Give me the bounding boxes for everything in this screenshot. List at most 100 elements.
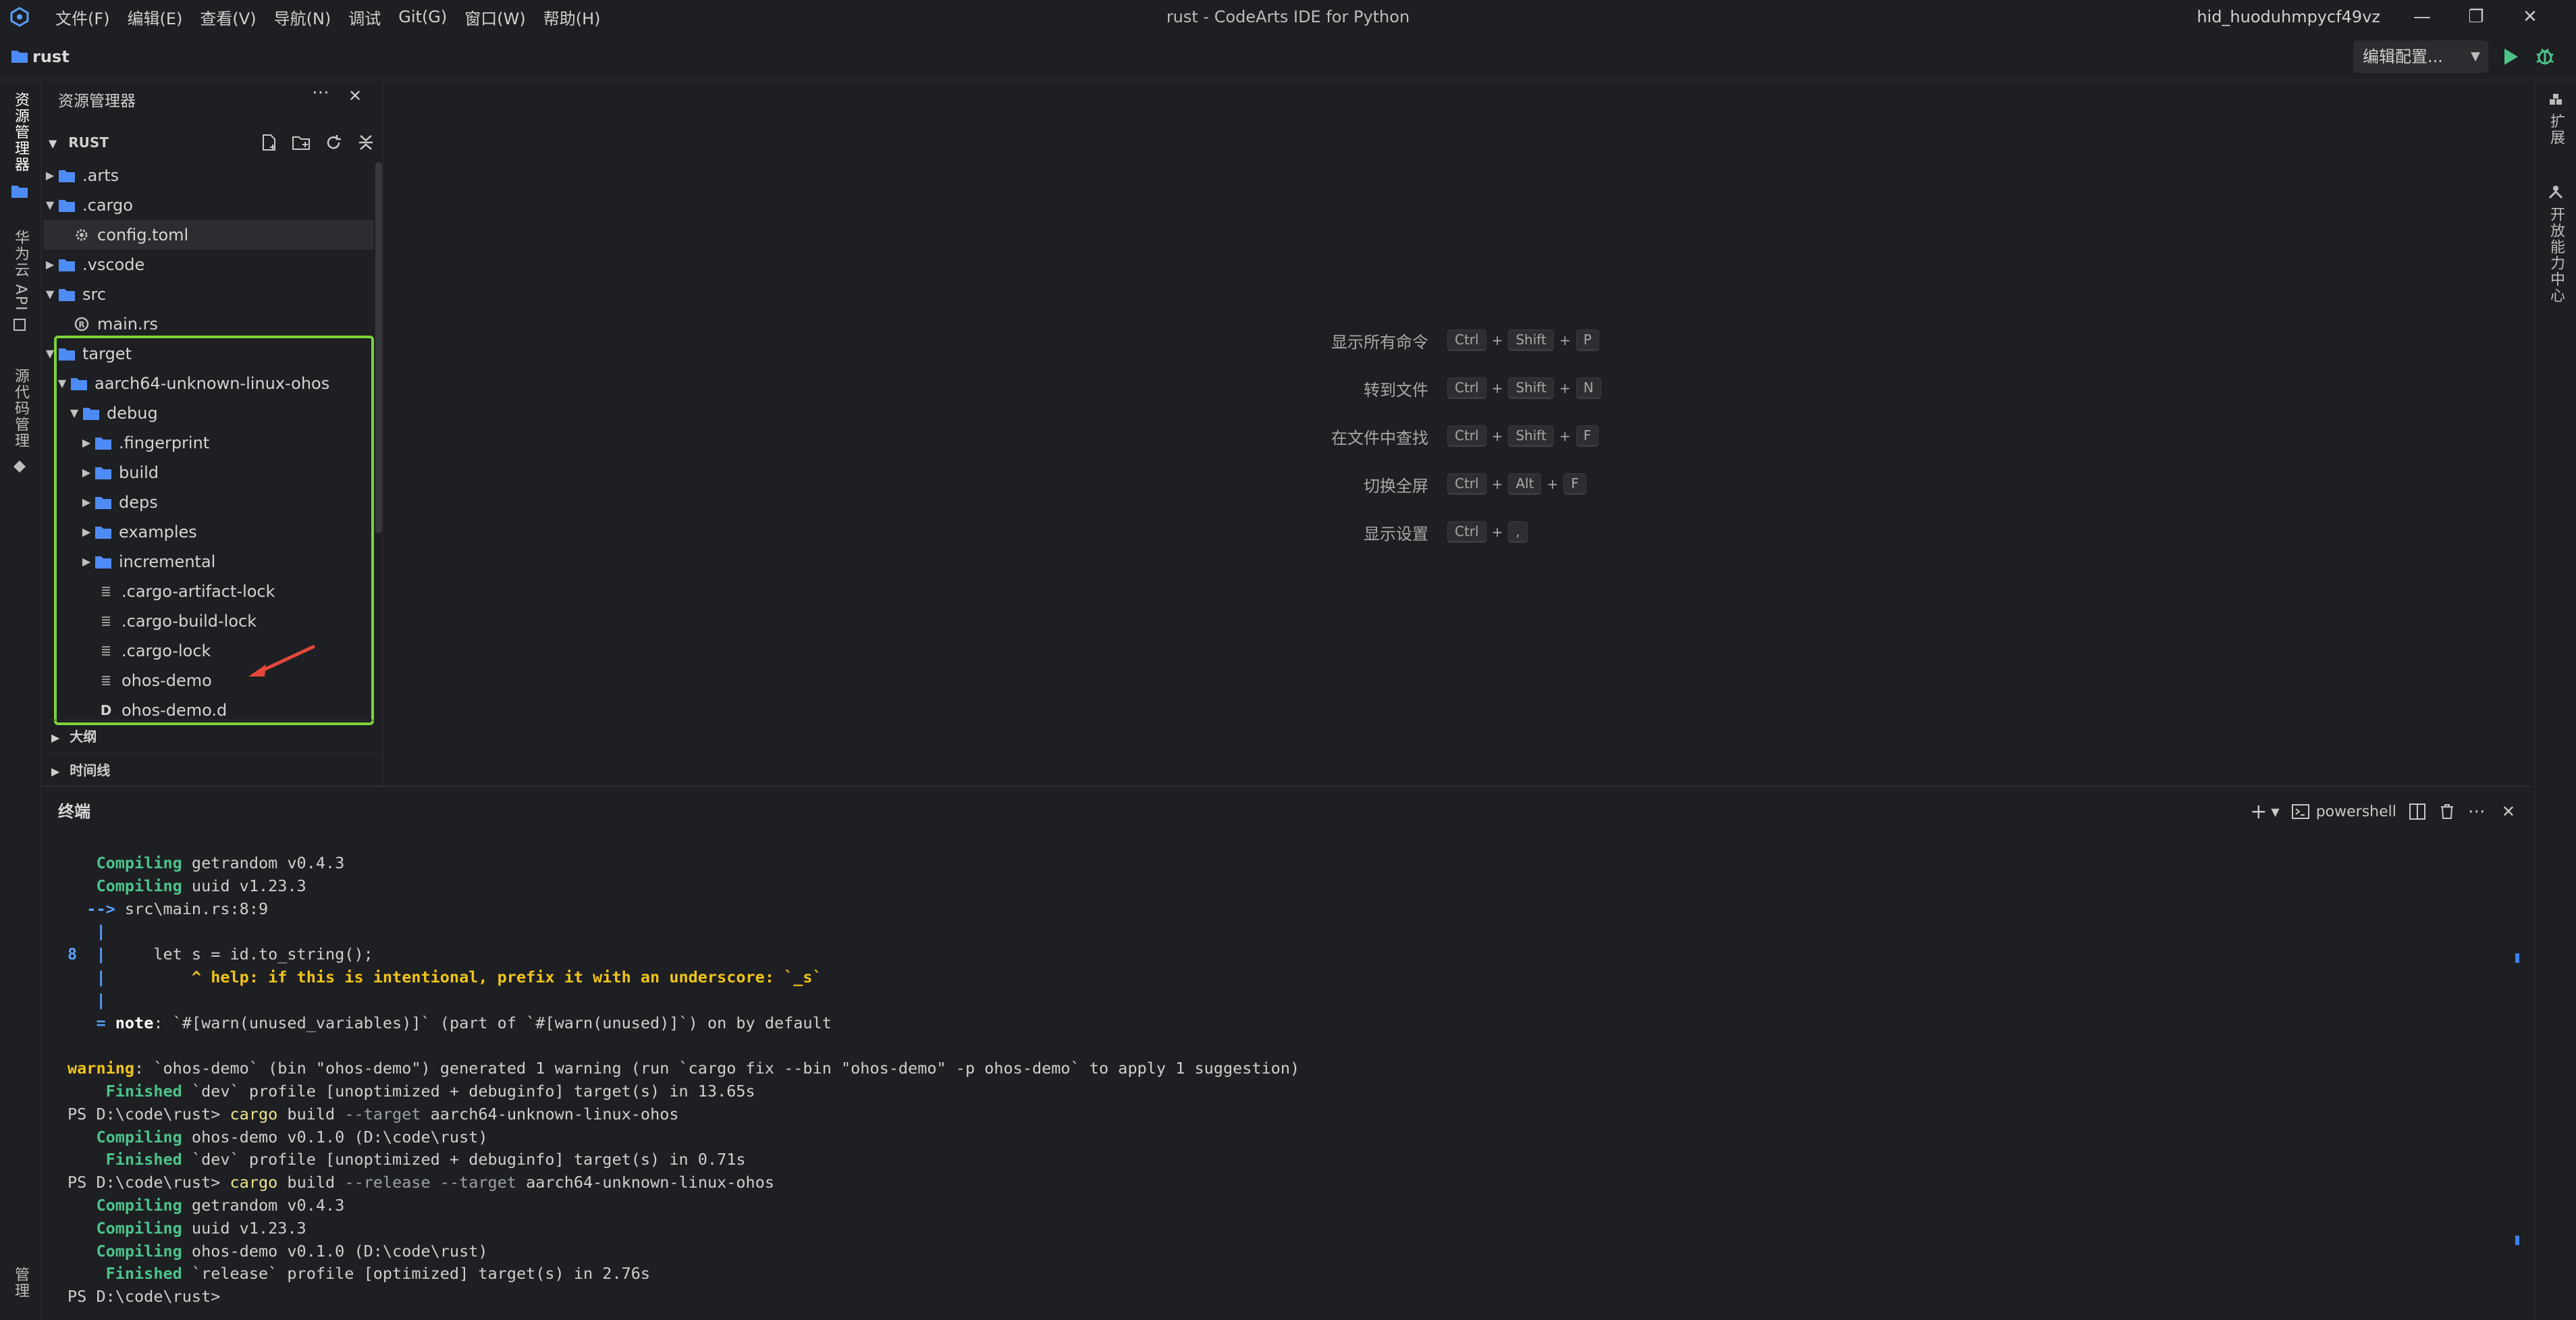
keycap: Alt xyxy=(1508,473,1542,495)
terminal-text: Compiling xyxy=(68,853,182,872)
timeline-label: 时间线 xyxy=(70,762,111,778)
menu-edit[interactable]: 编辑(E) xyxy=(128,5,194,29)
explorer-root[interactable]: ▼ RUST xyxy=(49,126,109,159)
rust-file-icon: R xyxy=(74,317,89,332)
menu-view[interactable]: 查看(V) xyxy=(200,5,267,29)
shortcut-hint: 显示所有命令 Ctrl + Shift + P xyxy=(1094,321,1836,359)
tree-item[interactable]: config.toml xyxy=(43,220,374,250)
terminal-line: Finished `release` profile [optimized] t… xyxy=(68,1263,2511,1286)
activity-source-control-label: 源代码管理 xyxy=(12,368,29,449)
run-config-dropdown[interactable]: 编辑配置... ▼ xyxy=(2353,41,2488,73)
menu-debug[interactable]: 调试 xyxy=(348,5,392,29)
tree-item[interactable]: Rmain.rs xyxy=(43,309,374,339)
terminal-text: ohos-demo v0.1.0 (D:\code\rust) xyxy=(182,1127,488,1146)
minimize-button[interactable]: — xyxy=(2395,0,2449,34)
activity-extensions[interactable]: 扩展 xyxy=(2545,113,2565,167)
terminal-text: PS D:\code\rust> xyxy=(68,1104,230,1124)
chevron-down-icon[interactable]: ▼ xyxy=(43,190,57,220)
key-separator: + xyxy=(1491,428,1503,444)
chevron-down-icon[interactable]: ▼ xyxy=(43,280,57,309)
run-icon[interactable] xyxy=(2496,43,2523,70)
activity-explorer[interactable]: 资源管理器 xyxy=(9,92,30,173)
tree-item[interactable]: ▶ .vscode xyxy=(43,250,374,280)
explorer-folder-icon xyxy=(11,186,28,198)
terminal-text: `dev` profile [unoptimized + debuginfo] … xyxy=(182,1081,755,1101)
tree-item[interactable]: ▼ src xyxy=(43,280,374,309)
close-panel-icon[interactable]: ✕ xyxy=(2502,802,2515,821)
menu-git[interactable]: Git(G) xyxy=(398,7,458,26)
activity-manage[interactable]: 管理 xyxy=(9,1267,30,1307)
more-actions-icon[interactable]: ⋯ xyxy=(2468,801,2486,822)
terminal-text: build xyxy=(277,1173,345,1192)
terminal-text: | xyxy=(68,967,106,986)
terminal-line: PS D:\code\rust> cargo build --release -… xyxy=(68,1171,2511,1194)
keycap: Shift xyxy=(1508,329,1554,351)
app-logo-icon xyxy=(10,7,29,27)
tree-item[interactable]: ▶ .arts xyxy=(43,161,374,190)
terminal-text: | xyxy=(68,990,106,1009)
extensions-icon xyxy=(2550,94,2562,105)
terminal-line: | xyxy=(68,920,2511,943)
source-control-icon xyxy=(14,460,26,473)
folder-icon xyxy=(59,259,75,271)
refresh-icon[interactable] xyxy=(324,133,343,152)
menu-navigate[interactable]: 导航(N) xyxy=(274,5,342,29)
chevron-down-icon: ▼ xyxy=(2471,49,2480,63)
terminal-text: --target xyxy=(344,1104,421,1124)
user-account[interactable]: hid_huoduhmpycf49vz xyxy=(2197,0,2380,34)
tree-item[interactable]: ▼ .cargo xyxy=(43,190,374,220)
chevron-right-icon[interactable]: ▶ xyxy=(43,161,57,190)
api-icon xyxy=(14,319,26,331)
terminal-text: Finished xyxy=(68,1264,182,1284)
key-separator: + xyxy=(1547,476,1559,492)
terminal-line: Finished `dev` profile [unoptimized + de… xyxy=(68,1149,2511,1171)
powershell-icon xyxy=(2291,804,2309,819)
terminal-text: cargo xyxy=(230,1104,278,1124)
activity-huawei-api[interactable]: 华为云 API xyxy=(9,230,30,324)
new-folder-icon[interactable] xyxy=(292,133,311,152)
terminal-title: 终端 xyxy=(58,802,90,821)
timeline-section[interactable]: ▶ 时间线 xyxy=(43,754,383,787)
annotation-highlight-box xyxy=(54,336,374,725)
chevron-right-icon[interactable]: ▶ xyxy=(43,250,57,280)
project-name[interactable]: rust xyxy=(32,34,70,80)
terminal-line: | ^ help: if this is intentional, prefix… xyxy=(68,966,2511,989)
shell-name[interactable]: powershell xyxy=(2316,803,2396,820)
new-file-icon[interactable] xyxy=(259,133,278,152)
terminal-output[interactable]: Compiling getrandom v0.4.3 Compiling uui… xyxy=(68,852,2511,1309)
split-terminal-icon[interactable] xyxy=(2409,803,2426,820)
new-terminal-icon[interactable]: + xyxy=(2250,800,2267,824)
tree-item-label: config.toml xyxy=(97,226,189,244)
terminal-text: ohos-demo v0.1.0 (D:\code\rust) xyxy=(182,1241,488,1261)
terminal-text: | xyxy=(68,922,106,941)
key-separator: + xyxy=(1491,380,1503,396)
terminal-text: PS D:\code\rust> xyxy=(68,1173,230,1192)
terminal-text: cargo xyxy=(230,1173,278,1192)
activity-open-capability-center[interactable]: 开放能力中心 xyxy=(2545,207,2565,321)
terminal-text: Compiling xyxy=(68,1195,182,1215)
more-actions-icon[interactable]: ⋯ xyxy=(312,82,329,103)
chevron-down-icon: ▼ xyxy=(49,137,57,150)
terminal-text: Compiling xyxy=(68,1218,182,1238)
shortcut-label: 显示设置 xyxy=(1364,524,1428,544)
terminal-text: PS D:\code\rust> xyxy=(68,1287,221,1306)
chevron-right-icon: ▶ xyxy=(51,765,60,778)
terminal-text: --release --target xyxy=(344,1173,516,1192)
explorer-scrollbar[interactable] xyxy=(375,162,382,533)
chevron-down-icon[interactable]: ▼ xyxy=(2271,806,2279,818)
project-bar xyxy=(0,34,2576,80)
debug-icon[interactable] xyxy=(2531,43,2558,70)
menu-file[interactable]: 文件(F) xyxy=(55,5,121,29)
outline-label: 大纲 xyxy=(70,729,97,745)
close-window-button[interactable]: ✕ xyxy=(2503,0,2557,34)
outline-section[interactable]: ▶ 大纲 xyxy=(43,720,383,753)
menu-window[interactable]: 窗口(W) xyxy=(464,5,536,29)
collapse-all-icon[interactable] xyxy=(356,133,375,152)
close-panel-icon[interactable]: ✕ xyxy=(348,86,362,105)
trash-icon[interactable] xyxy=(2438,803,2456,820)
activity-source-control[interactable]: 源代码管理 xyxy=(9,368,30,456)
menu-help[interactable]: 帮助(H) xyxy=(543,5,612,29)
restore-button[interactable]: ❐ xyxy=(2449,0,2503,34)
shortcut-hint: 显示设置 Ctrl +, xyxy=(1094,513,1836,551)
terminal-scroll-marker xyxy=(2515,1236,2519,1245)
